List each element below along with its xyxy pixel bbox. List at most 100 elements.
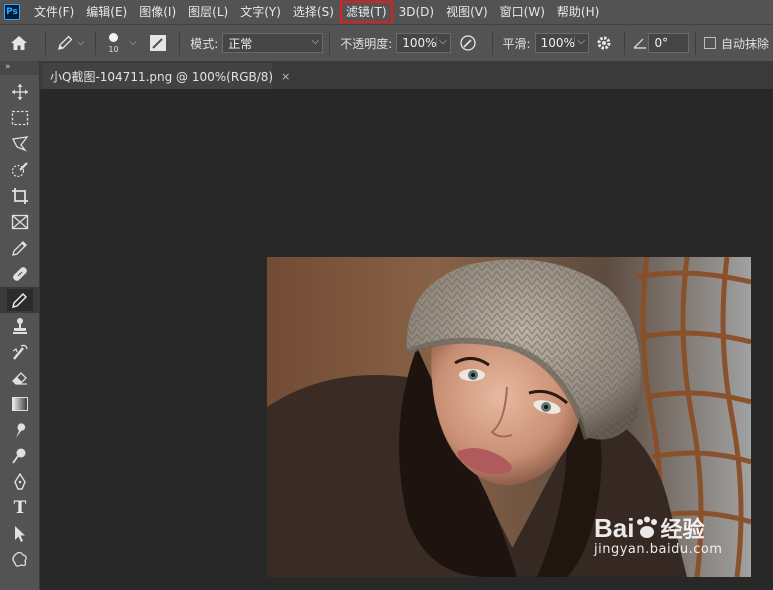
separator [624, 31, 626, 55]
watermark-url: jingyan.baidu.com [594, 542, 723, 557]
options-bar: ⌵ 10 ⌵ 模式: 正常 ⌵ 不透明度: 100% ⌵ 平滑: 100% ⌵ … [0, 24, 773, 61]
quick-selection-icon [11, 162, 28, 178]
smoothing-value: 100% [540, 36, 575, 50]
eyedropper-tool[interactable] [0, 235, 40, 261]
frame-tool[interactable] [0, 209, 40, 235]
pressure-opacity-button[interactable] [451, 28, 486, 58]
rectangle-marquee-icon [11, 110, 29, 126]
menu-layer[interactable]: 图层(L) [182, 0, 234, 24]
pencil-icon [58, 35, 73, 50]
clone-stamp-tool[interactable] [0, 313, 40, 339]
smoothing-field[interactable]: 100% ⌵ [534, 33, 590, 53]
tool-preset-picker[interactable]: ⌵ [52, 28, 89, 58]
chevron-down-icon: ⌵ [311, 36, 320, 47]
opacity-field[interactable]: 100% ⌵ [396, 33, 451, 53]
brush-settings-button[interactable] [142, 28, 173, 58]
home-icon[interactable] [0, 28, 39, 58]
separator [329, 31, 331, 55]
menu-image[interactable]: 图像(I) [133, 0, 182, 24]
menu-edit[interactable]: 编辑(E) [80, 0, 133, 24]
dodge-tool[interactable] [0, 443, 40, 469]
crop-icon [12, 188, 28, 204]
chevron-down-icon: ⌵ [77, 38, 85, 48]
healing-brush-tool[interactable] [0, 261, 40, 287]
menu-window[interactable]: 窗口(W) [494, 0, 551, 24]
opacity-value: 100% [402, 36, 437, 50]
bandage-icon [13, 267, 27, 281]
menu-type[interactable]: 文字(Y) [234, 0, 287, 24]
pen-tool[interactable] [0, 469, 40, 495]
pencil-tool[interactable] [0, 287, 40, 313]
opacity-label: 不透明度: [340, 36, 393, 51]
document-tab-bar: 小Q截图-104711.png @ 100%(RGB/8) × [40, 61, 773, 89]
history-brush-tool[interactable] [0, 339, 40, 365]
watermark: Bai 经验 jingyan.baidu.com [594, 512, 723, 558]
eyedropper-icon [12, 241, 27, 256]
crop-tool[interactable] [0, 183, 40, 209]
menu-3d[interactable]: 3D(D) [393, 0, 440, 24]
dodge-icon [12, 448, 26, 464]
watermark-brand-left: Bai [594, 512, 635, 543]
photoshop-logo: Ps [4, 4, 20, 20]
document-tab[interactable]: 小Q截图-104711.png @ 100%(RGB/8) × [42, 63, 290, 89]
shape-tool[interactable] [0, 547, 40, 573]
chevron-down-icon: ⌵ [129, 38, 137, 48]
frame-icon [11, 214, 29, 230]
angle-field[interactable]: 0° [648, 33, 690, 53]
custom-shape-icon [12, 551, 27, 567]
chevron-down-icon: ⌵ [436, 36, 447, 47]
auto-erase-label: 自动抹除 [721, 36, 770, 51]
angle-value: 0° [654, 36, 669, 50]
gradient-tool[interactable] [0, 391, 40, 417]
close-icon[interactable]: × [281, 70, 290, 83]
quick-select-tool[interactable] [0, 157, 40, 183]
stamp-icon [13, 318, 27, 334]
mode-label: 模式: [190, 36, 219, 51]
move-tool[interactable] [0, 79, 40, 105]
separator [695, 31, 697, 55]
pencil-icon [12, 293, 27, 308]
mode-value: 正常 [228, 36, 253, 51]
smudge-tool[interactable] [0, 417, 40, 443]
gear-icon [597, 36, 611, 50]
brush-panel-icon [149, 35, 166, 51]
chevron-down-icon: ⌵ [574, 36, 585, 47]
menu-select[interactable]: 选择(S) [287, 0, 340, 24]
path-select-tool[interactable] [0, 521, 40, 547]
gradient-icon [12, 397, 28, 411]
arrow-cursor-icon [15, 526, 25, 542]
menu-filter[interactable]: 滤镜(T) [339, 0, 393, 24]
document-tab-title: 小Q截图-104711.png @ 100%(RGB/8) [50, 69, 274, 84]
separator [94, 31, 96, 55]
menu-file[interactable]: 文件(F) [28, 0, 80, 24]
smoothing-options-button[interactable] [589, 28, 618, 58]
move-icon [12, 84, 28, 100]
eraser-icon [12, 372, 27, 385]
pen-icon [14, 473, 26, 490]
eraser-tool[interactable] [0, 365, 40, 391]
menu-bar: Ps 文件(F) 编辑(E) 图像(I) 图层(L) 文字(Y) 选择(S) 滤… [0, 0, 773, 24]
brush-size-picker[interactable]: 10 ⌵ [101, 28, 136, 58]
separator [44, 31, 46, 55]
smudge-icon [16, 423, 26, 438]
pressure-icon [460, 35, 476, 51]
separator [179, 31, 181, 55]
marquee-tool[interactable] [0, 105, 40, 131]
type-tool[interactable]: T [0, 495, 40, 521]
watermark-brand-right: 经验 [660, 518, 705, 543]
menu-help[interactable]: 帮助(H) [551, 0, 605, 24]
smoothing-label: 平滑: [502, 36, 531, 51]
auto-erase-checkbox[interactable] [704, 37, 716, 49]
brush-size-value: 10 [108, 44, 119, 54]
lasso-icon [12, 136, 29, 152]
tools-panel: » T [0, 61, 40, 590]
brush-tip-icon [108, 32, 118, 42]
lasso-tool[interactable] [0, 131, 40, 157]
mode-dropdown[interactable]: 正常 ⌵ [222, 33, 324, 53]
collapse-panel-button[interactable]: » [0, 61, 39, 75]
history-brush-icon [12, 344, 28, 360]
paw-logo-icon [637, 516, 658, 538]
type-icon: T [13, 498, 27, 518]
angle-icon [631, 28, 648, 58]
menu-view[interactable]: 视图(V) [440, 0, 494, 24]
